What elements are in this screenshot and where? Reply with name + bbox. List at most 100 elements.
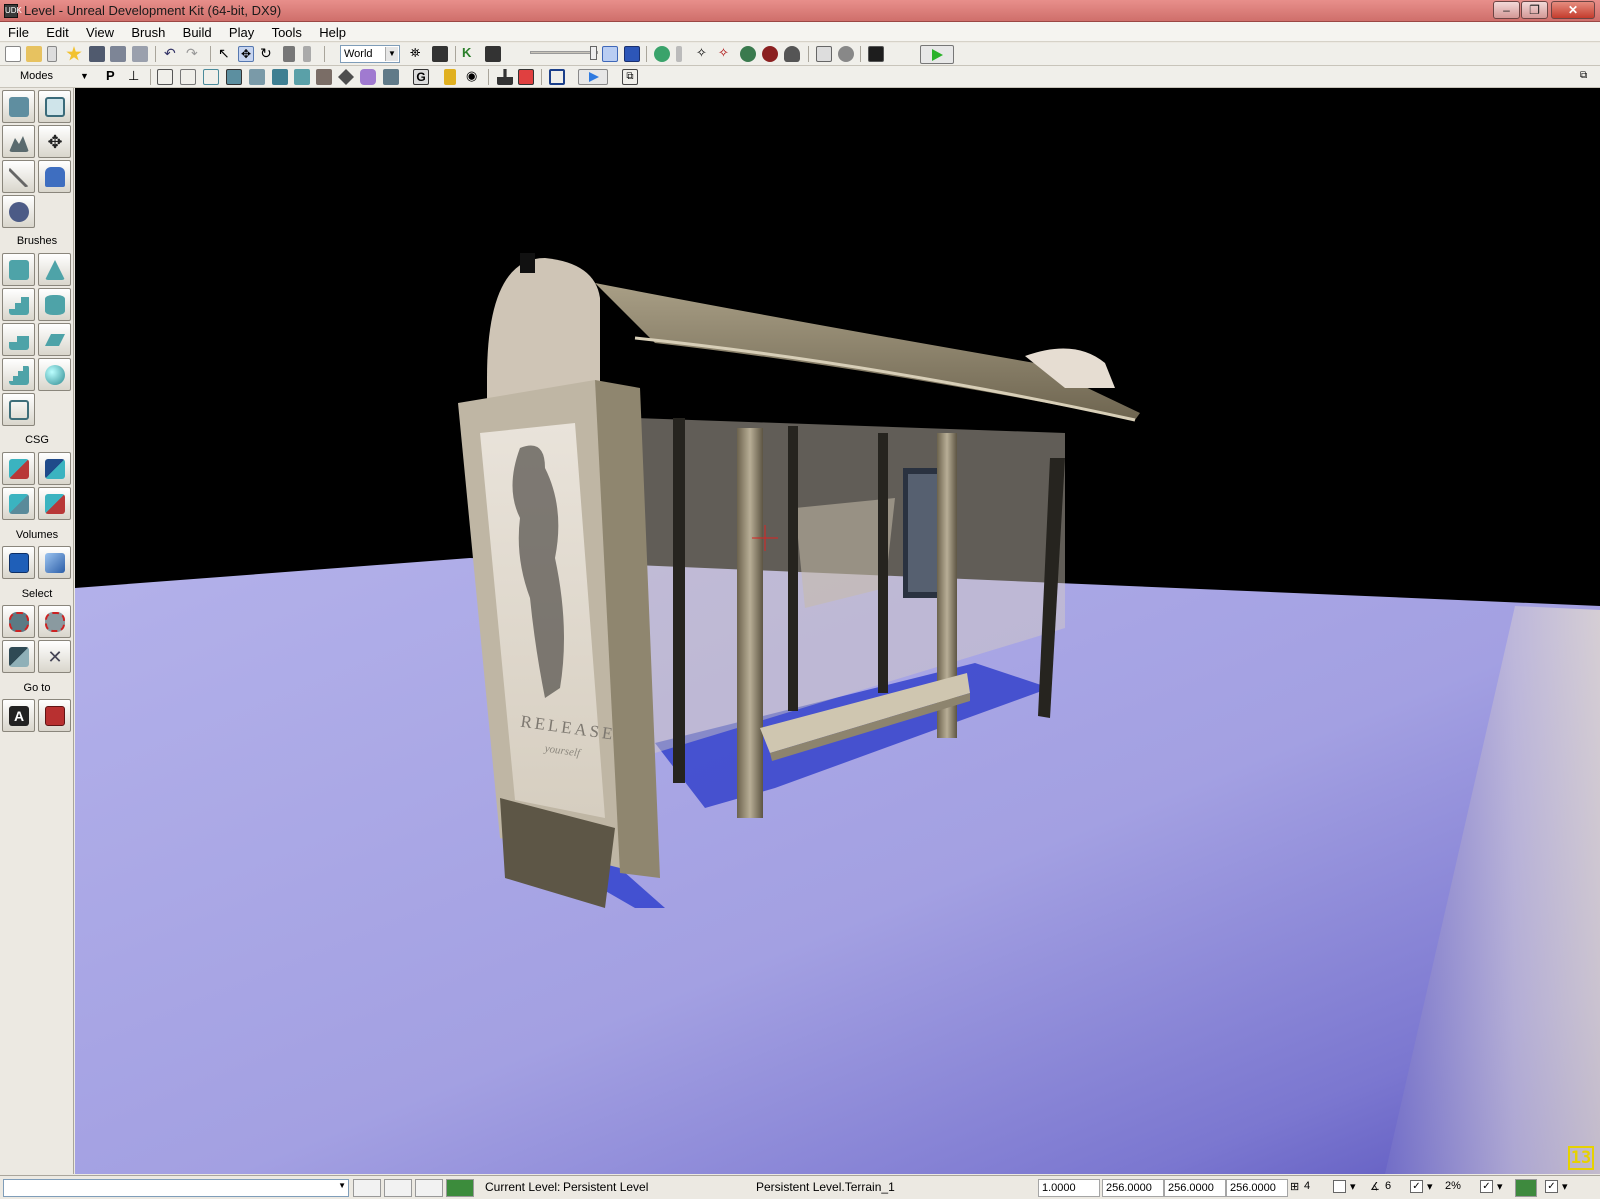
lighting-quality-icon[interactable]	[784, 46, 800, 62]
unlit-icon[interactable]	[203, 69, 219, 85]
grid-snap-checkbox[interactable]	[1333, 1180, 1346, 1193]
camera-speed-slider-thumb[interactable]	[590, 46, 597, 60]
build-geometry-icon[interactable]	[654, 46, 670, 62]
texture-density-icon[interactable]	[316, 69, 332, 85]
rotation-snap-value[interactable]: 6	[1385, 1180, 1391, 1192]
invert-selection-button[interactable]	[2, 640, 35, 673]
linear-stair-brush-button[interactable]	[2, 323, 35, 356]
save-icon[interactable]	[89, 46, 105, 62]
geometry-mode-button[interactable]	[38, 90, 71, 123]
build-cover-icon[interactable]: ✧	[718, 46, 734, 62]
wireframe-icon[interactable]	[180, 69, 196, 85]
menu-tools[interactable]: Tools	[264, 22, 308, 41]
menu-edit[interactable]: Edit	[38, 22, 74, 41]
realtime-audio-icon[interactable]	[518, 69, 534, 85]
build-paths-icon[interactable]: ✧	[696, 46, 712, 62]
menu-view[interactable]: View	[78, 22, 120, 41]
translate-mode-icon[interactable]: ✥	[238, 46, 254, 62]
goto-builder-brush-button[interactable]	[38, 699, 71, 732]
open-icon[interactable]	[26, 46, 42, 62]
cylinder-brush-button[interactable]	[38, 288, 71, 321]
static-mesh-mode-button[interactable]	[38, 160, 71, 193]
scale-z-field[interactable]: 256.0000	[1226, 1179, 1288, 1197]
eye-icon[interactable]: ◉	[466, 69, 482, 85]
play-in-viewport-button[interactable]	[578, 69, 608, 85]
menu-help[interactable]: Help	[311, 22, 352, 41]
chevron-down-icon[interactable]: ▾	[1427, 1180, 1433, 1193]
lighting-only-icon[interactable]	[272, 69, 288, 85]
lock-icon[interactable]	[444, 69, 456, 85]
grid-size-value[interactable]: 4	[1304, 1180, 1310, 1192]
chevron-down-icon[interactable]: ▾	[1562, 1180, 1568, 1193]
lightmass-icon[interactable]	[762, 46, 778, 62]
shader-complexity-icon[interactable]	[338, 69, 354, 85]
pop-out-viewport-icon[interactable]: ⧉	[622, 69, 638, 85]
menu-file[interactable]: File	[0, 22, 35, 41]
restore-button[interactable]: ❐	[1521, 1, 1548, 19]
scale-x-field[interactable]: 256.0000	[1102, 1179, 1164, 1197]
play-in-editor-button[interactable]	[920, 45, 954, 64]
save-as-icon[interactable]	[110, 46, 126, 62]
menu-build[interactable]: Build	[175, 22, 218, 41]
volumetric-brush-button[interactable]	[2, 393, 35, 426]
lightmap-density-icon[interactable]	[360, 69, 376, 85]
goto-actor-button[interactable]: A	[2, 699, 35, 732]
show-selected-button[interactable]	[2, 605, 35, 638]
csg-add-button[interactable]	[2, 452, 35, 485]
chevron-down-icon[interactable]: ▾	[1497, 1180, 1503, 1193]
scale-snap-checkbox[interactable]: ✓	[1480, 1180, 1493, 1193]
csg-deintersect-button[interactable]	[38, 487, 71, 520]
menu-play[interactable]: Play	[221, 22, 260, 41]
play-on-pc-icon[interactable]	[868, 46, 884, 62]
realtime-checkbox[interactable]: ✓	[1545, 1180, 1558, 1193]
udk-app-icon[interactable]: UDK	[4, 4, 22, 18]
rotation-snap-checkbox[interactable]: ✓	[1410, 1180, 1423, 1193]
autosave-status-icon[interactable]	[1515, 1179, 1537, 1197]
camera-speed-slider[interactable]	[530, 51, 598, 54]
csg-subtract-button[interactable]	[38, 452, 71, 485]
actor-lock-icon[interactable]	[497, 69, 513, 85]
reflections-icon[interactable]	[383, 69, 399, 85]
matinee-icon[interactable]	[485, 46, 501, 62]
minimize-button[interactable]: –	[1493, 1, 1520, 19]
camera-mode-button[interactable]	[2, 90, 35, 123]
build-all-icon[interactable]	[740, 46, 756, 62]
light-complexity-icon[interactable]	[294, 69, 310, 85]
brush-wireframe-icon[interactable]	[157, 69, 173, 85]
camera-lock-icon[interactable]: ⊥	[128, 69, 144, 85]
add-volume-button[interactable]	[2, 546, 35, 579]
non-uniform-scale-icon[interactable]	[303, 46, 311, 62]
landscape-mode-button[interactable]	[2, 195, 35, 228]
mesh-paint-mode-button[interactable]	[2, 160, 35, 193]
drag-grid-icon[interactable]	[353, 1179, 381, 1197]
redo-icon[interactable]: ↷	[186, 46, 202, 62]
lit-icon[interactable]	[226, 69, 242, 85]
chevron-down-icon[interactable]: ▾	[1350, 1180, 1356, 1193]
realtime-preview-icon[interactable]	[602, 46, 618, 62]
maximize-viewport-icon[interactable]	[549, 69, 565, 85]
terrain-mode-button[interactable]	[2, 125, 35, 158]
close-button[interactable]: ✕	[1551, 1, 1595, 19]
modes-dropdown-icon[interactable]: ▼	[80, 69, 96, 85]
favorites-icon[interactable]	[66, 46, 82, 61]
sphere-brush-button[interactable]	[38, 358, 71, 391]
spiral-stair-brush-button[interactable]	[2, 358, 35, 391]
build-lighting-icon[interactable]	[676, 46, 682, 62]
curved-stair-brush-button[interactable]	[2, 288, 35, 321]
select-arrow-icon[interactable]: ↖	[218, 46, 234, 62]
game-view-icon[interactable]: G	[413, 69, 429, 85]
console-icon[interactable]	[816, 46, 832, 62]
hide-selected-button[interactable]	[38, 605, 71, 638]
recent-dropdown-icon[interactable]	[47, 46, 57, 62]
cone-brush-button[interactable]	[38, 253, 71, 286]
scene-render[interactable]: RELEASE yourself	[75, 88, 1600, 1174]
rotate-mode-icon[interactable]: ↻	[260, 46, 276, 62]
viewport-toggle-icon[interactable]	[624, 46, 640, 62]
binoculars-icon[interactable]: ⛯	[410, 46, 426, 62]
drag-scale-field[interactable]: 1.0000	[1038, 1179, 1100, 1197]
command-combo[interactable]: ▼	[3, 1179, 349, 1197]
new-icon[interactable]	[5, 46, 21, 62]
scale-snap-value[interactable]: 2%	[1445, 1180, 1461, 1192]
content-browser-icon[interactable]	[432, 46, 448, 62]
restore-viewport-icon[interactable]: ⧉	[1580, 69, 1596, 85]
